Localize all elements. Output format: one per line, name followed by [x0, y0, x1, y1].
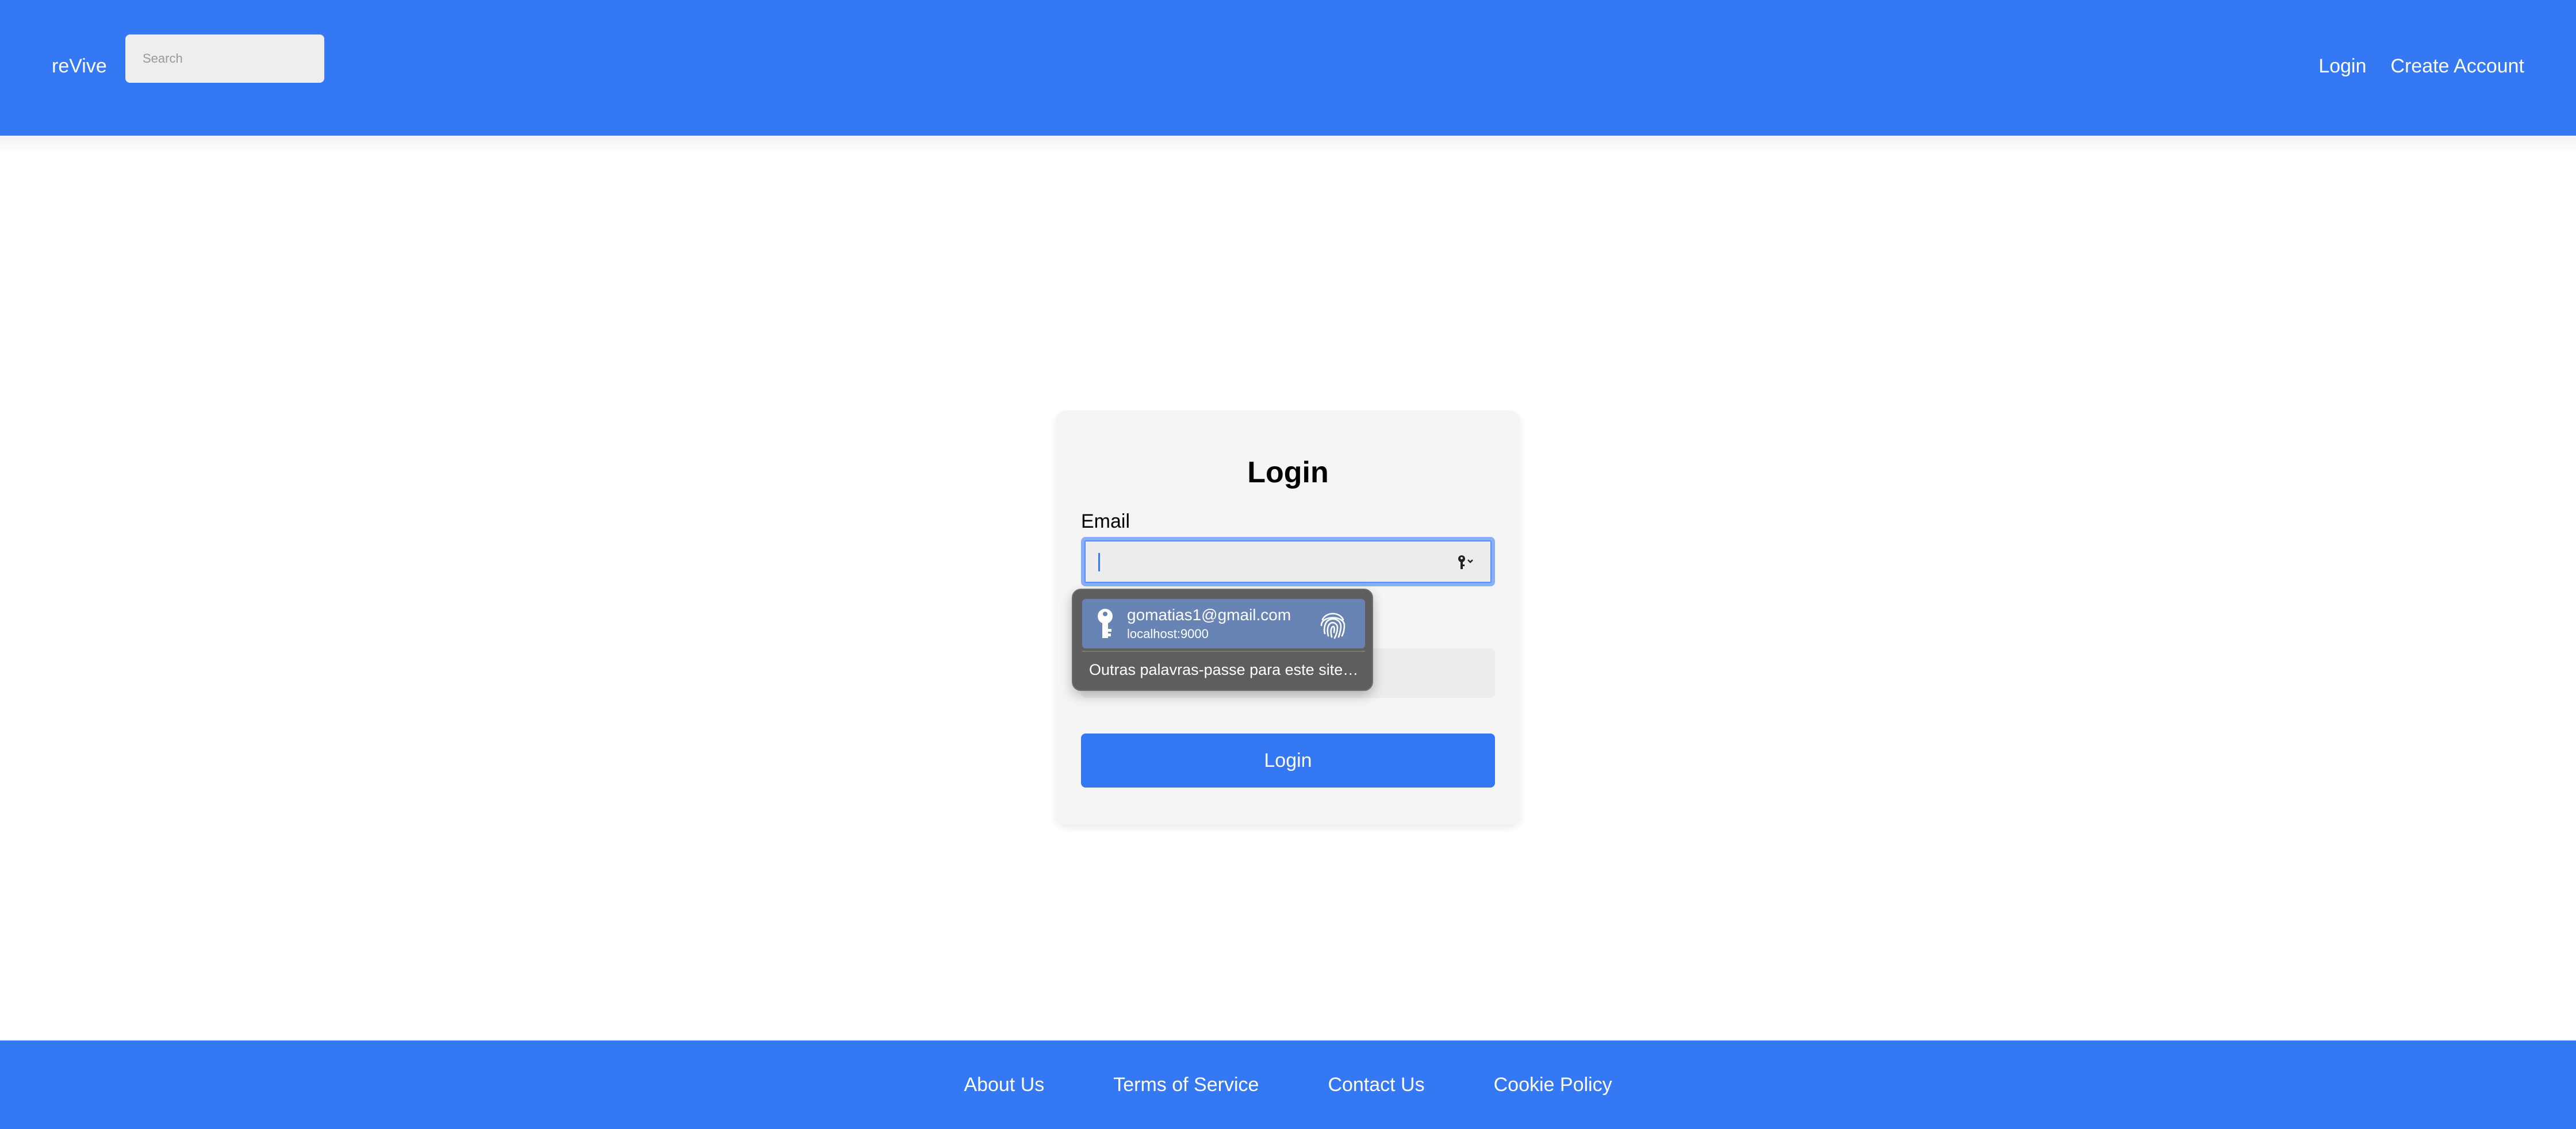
footer-terms-link[interactable]: Terms of Service — [1113, 1074, 1259, 1096]
brand-logo[interactable]: reVive — [52, 55, 107, 78]
email-field[interactable] — [1081, 537, 1495, 586]
chevron-down-icon — [1467, 559, 1473, 563]
header-shadow — [0, 136, 2576, 154]
suggestion-host: localhost:9000 — [1127, 627, 1209, 641]
key-icon — [1458, 555, 1473, 569]
password-autofill-popup: gomatias1@gmail.com localhost:9000 Outra… — [1072, 589, 1373, 691]
footer-cookie-policy-link[interactable]: Cookie Policy — [1494, 1074, 1612, 1096]
password-manager-button[interactable] — [1452, 551, 1481, 574]
nav-links: Login Create Account — [2318, 55, 2524, 78]
nav-create-account-link[interactable]: Create Account — [2391, 55, 2524, 78]
text-caret — [1098, 553, 1100, 571]
login-title: Login — [1247, 456, 1329, 489]
search-input[interactable] — [125, 34, 324, 83]
popup-divider — [1082, 651, 1365, 652]
top-navbar: reVive Login Create Account — [0, 0, 2576, 136]
nav-login-link[interactable]: Login — [2318, 55, 2366, 78]
footer: About Us Terms of Service Contact Us Coo… — [0, 1040, 2576, 1129]
key-icon — [1098, 609, 1113, 638]
footer-links: About Us Terms of Service Contact Us Coo… — [0, 1040, 2576, 1129]
suggestion-email: gomatias1@gmail.com — [1127, 606, 1291, 624]
login-submit-button[interactable]: Login — [1081, 734, 1495, 788]
footer-about-us-link[interactable]: About Us — [964, 1074, 1044, 1096]
email-label: Email — [1081, 510, 1130, 532]
fingerprint-icon — [1320, 613, 1346, 639]
other-passwords-option[interactable]: Outras palavras-passe para este site… — [1089, 661, 1358, 679]
saved-credential-suggestion[interactable]: gomatias1@gmail.com localhost:9000 — [1082, 599, 1365, 648]
footer-contact-us-link[interactable]: Contact Us — [1328, 1074, 1424, 1096]
